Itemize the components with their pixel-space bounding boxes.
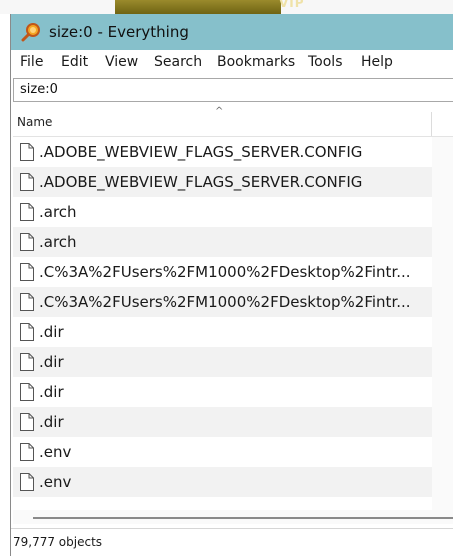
scrollbar-thumb[interactable]: [33, 517, 453, 519]
sort-ascending-icon: ^: [215, 106, 224, 117]
file-name: .dir: [39, 323, 64, 341]
file-icon: [20, 323, 34, 341]
menu-bookmarks[interactable]: Bookmarks: [217, 54, 295, 70]
menu-help[interactable]: Help: [361, 54, 393, 70]
file-icon: [20, 473, 34, 491]
file-name: .dir: [39, 383, 64, 401]
horizontal-scrollbar[interactable]: [13, 510, 453, 524]
file-row[interactable]: .dir: [13, 317, 432, 347]
file-name: .ADOBE_WEBVIEW_FLAGS_SERVER.CONFIG: [39, 143, 363, 161]
file-row[interactable]: .ADOBE_WEBVIEW_FLAGS_SERVER.CONFIG: [13, 137, 432, 167]
column-name-header[interactable]: Name: [17, 115, 52, 129]
file-icon: [20, 203, 34, 221]
file-name: .dir: [39, 413, 64, 431]
file-row[interactable]: .arch: [13, 227, 432, 257]
file-name: .ADOBE_WEBVIEW_FLAGS_SERVER.CONFIG: [39, 173, 363, 191]
file-row[interactable]: .C%3A%2FUsers%2FM1000%2FDesktop%2Fintr..…: [13, 257, 432, 287]
file-row[interactable]: .dir: [13, 407, 432, 437]
results-list: Name ^ .ADOBE_WEBVIEW_FLAGS_SERVER.CONFI…: [13, 106, 453, 510]
menu-edit[interactable]: Edit: [61, 54, 88, 70]
column-header: Name ^: [13, 106, 453, 137]
search-input[interactable]: [20, 82, 440, 97]
file-icon: [20, 383, 34, 401]
file-row[interactable]: .env: [13, 437, 432, 467]
menu-view[interactable]: View: [105, 54, 138, 70]
file-name: .env: [39, 473, 72, 491]
file-icon: [20, 413, 34, 431]
file-rows: .ADOBE_WEBVIEW_FLAGS_SERVER.CONFIG .ADOB…: [13, 137, 432, 497]
background-banner: VIP: [115, 0, 304, 14]
vip-label: VIP: [279, 0, 305, 10]
file-row[interactable]: .arch: [13, 197, 432, 227]
everything-window: size:0 - Everything File Edit View Searc…: [10, 14, 453, 557]
file-row[interactable]: .dir: [13, 377, 432, 407]
menu-bar: File Edit View Search Bookmarks Tools He…: [11, 50, 453, 76]
file-name: .dir: [39, 353, 64, 371]
file-name: .C%3A%2FUsers%2FM1000%2FDesktop%2Fintr..…: [39, 293, 411, 311]
menu-file[interactable]: File: [20, 54, 43, 70]
menu-search[interactable]: Search: [154, 54, 202, 70]
file-row[interactable]: .ADOBE_WEBVIEW_FLAGS_SERVER.CONFIG: [13, 167, 432, 197]
file-name: .arch: [39, 233, 77, 251]
search-box[interactable]: [13, 78, 453, 102]
title-bar[interactable]: size:0 - Everything: [11, 14, 453, 50]
status-bar: 79,777 objects: [11, 528, 453, 557]
file-row[interactable]: .env: [13, 467, 432, 497]
file-icon: [20, 143, 34, 161]
file-icon: [20, 353, 34, 371]
file-name: .C%3A%2FUsers%2FM1000%2FDesktop%2Fintr..…: [39, 263, 411, 281]
file-icon: [20, 263, 34, 281]
file-icon: [20, 443, 34, 461]
file-icon: [20, 233, 34, 251]
file-row[interactable]: .dir: [13, 347, 432, 377]
file-icon: [20, 293, 34, 311]
object-count: 79,777 objects: [13, 535, 103, 549]
column-divider[interactable]: [431, 112, 432, 136]
file-row[interactable]: .C%3A%2FUsers%2FM1000%2FDesktop%2Fintr..…: [13, 287, 432, 317]
file-name: .arch: [39, 203, 77, 221]
file-icon: [20, 173, 34, 191]
menu-tools[interactable]: Tools: [308, 54, 343, 70]
window-title: size:0 - Everything: [49, 23, 189, 41]
magnifier-icon: [21, 23, 40, 42]
file-name: .env: [39, 443, 72, 461]
empty-column-area: [432, 137, 453, 510]
